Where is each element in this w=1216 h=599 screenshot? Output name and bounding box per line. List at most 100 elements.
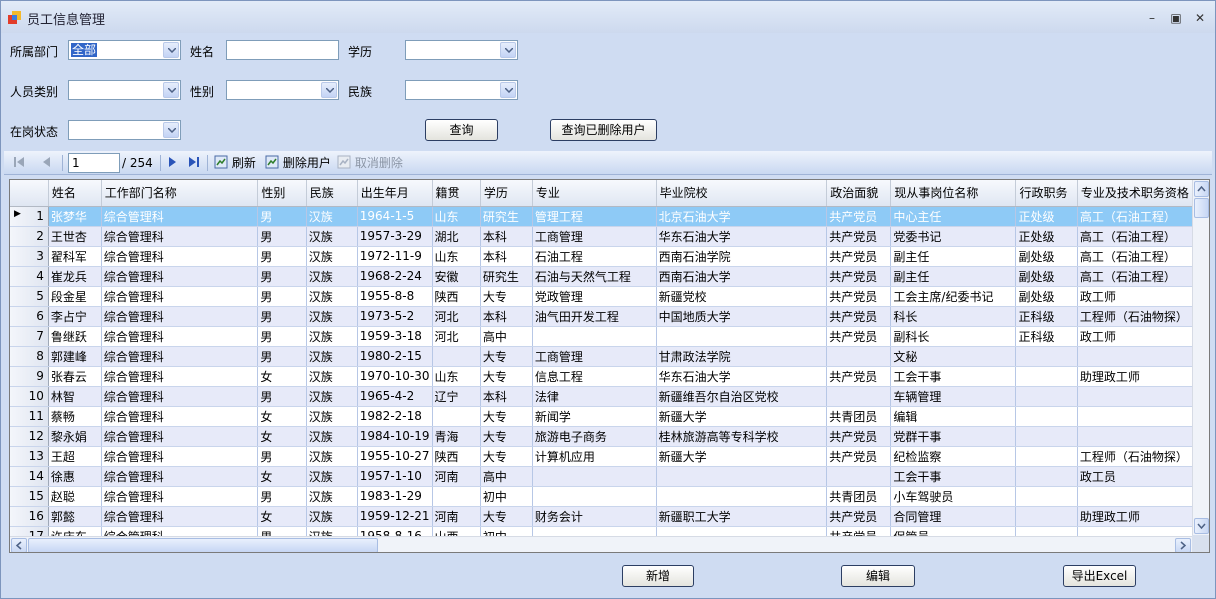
table-cell[interactable] [1077, 526, 1193, 536]
table-cell[interactable]: 计算机应用 [532, 446, 657, 467]
table-cell[interactable]: 男 [257, 446, 307, 467]
table-row[interactable]: 17 许庆东综合管理科男汉族1958-8-16山西初中 共产党员保管员 [10, 526, 1193, 536]
query-button[interactable]: 查询 [425, 119, 498, 141]
table-cell[interactable]: 徐惠 [48, 466, 102, 487]
row-header[interactable]: ▶ 1 [10, 206, 49, 227]
table-cell[interactable] [656, 466, 828, 487]
table-cell[interactable]: 1959-12-21 [357, 506, 433, 527]
table-cell[interactable]: 高工（石油工程） [1077, 206, 1193, 227]
table-cell[interactable] [1015, 386, 1078, 407]
table-cell[interactable]: 1957-3-29 [357, 226, 433, 247]
previous-record-icon[interactable] [40, 155, 54, 173]
table-cell[interactable]: 王世杏 [48, 226, 102, 247]
table-cell[interactable]: 大专 [480, 346, 533, 367]
table-cell[interactable]: 男 [257, 386, 307, 407]
table-cell[interactable]: 旅游电子商务 [532, 426, 657, 447]
table-cell[interactable] [826, 386, 892, 407]
table-cell[interactable]: 许庆东 [48, 526, 102, 536]
table-cell[interactable]: 翟科军 [48, 246, 102, 267]
table-cell[interactable] [1015, 346, 1078, 367]
table-cell[interactable]: 信息工程 [532, 366, 657, 387]
column-header[interactable]: 现从事岗位名称 [890, 180, 1017, 207]
row-header[interactable]: 11 [10, 406, 49, 427]
table-cell[interactable]: 纪检监察 [890, 446, 1017, 467]
table-cell[interactable]: 正科级 [1015, 326, 1078, 347]
table-cell[interactable]: 河北 [432, 326, 481, 347]
table-cell[interactable]: 1984-10-19 [357, 426, 433, 447]
column-header[interactable]: 性别 [257, 180, 307, 207]
chevron-down-icon[interactable] [500, 82, 516, 98]
table-cell[interactable] [1015, 366, 1078, 387]
table-cell[interactable]: 综合管理科 [101, 286, 259, 307]
table-cell[interactable]: 合同管理 [890, 506, 1017, 527]
row-header[interactable]: 5 [10, 286, 49, 307]
table-cell[interactable] [532, 526, 657, 536]
table-cell[interactable]: 山西 [432, 526, 481, 536]
table-cell[interactable]: 本科 [480, 386, 533, 407]
table-row[interactable]: 10 林智 综合管理科男汉族 1965-4-2 辽宁 本科 法律 新疆维吾尔自治区党校 车辆管理 [10, 386, 1193, 407]
table-row[interactable]: 12 黎永娟 综合管理科女汉族 1984-10-19 青海 大专 旅游电子商务 桂林旅游高等专… [10, 426, 1193, 447]
table-cell[interactable]: 山东 [432, 206, 481, 227]
column-header[interactable]: 籍贯 [432, 180, 481, 207]
close-icon[interactable]: ✕ [1192, 10, 1208, 26]
next-record-icon[interactable] [165, 155, 179, 173]
first-record-icon[interactable] [12, 155, 26, 173]
table-cell[interactable]: 科长 [890, 306, 1017, 327]
row-header[interactable]: 8 [10, 346, 49, 367]
table-cell[interactable]: 王超 [48, 446, 102, 467]
table-cell[interactable]: 党群干事 [890, 426, 1017, 447]
table-cell[interactable]: 西南石油学院 [656, 246, 828, 267]
table-cell[interactable] [432, 486, 481, 507]
ethnicity-select[interactable] [405, 80, 518, 100]
table-row[interactable]: 4 崔龙兵 综合管理科男汉族 1968-2-24 安徽 研究生 石油与天然气工程 西南石油大学… [10, 266, 1193, 287]
table-row[interactable]: 5 段金星 综合管理科男汉族 1955-8-8 陕西 大专 党政管理 新疆党校 共产党员 工会主席… [10, 286, 1193, 307]
table-cell[interactable]: 1980-2-15 [357, 346, 433, 367]
table-cell[interactable]: 党政管理 [532, 286, 657, 307]
table-cell[interactable]: 汉族 [306, 266, 358, 287]
table-cell[interactable]: 汉族 [306, 506, 358, 527]
table-cell[interactable]: 副主任 [890, 246, 1017, 267]
table-cell[interactable]: 工程师（石油物探） [1077, 306, 1193, 327]
table-cell[interactable]: 汉族 [306, 446, 358, 467]
table-cell[interactable]: 1959-3-18 [357, 326, 433, 347]
table-cell[interactable]: 蔡畅 [48, 406, 102, 427]
table-cell[interactable]: 正处级 [1015, 206, 1078, 227]
table-cell[interactable]: 综合管理科 [101, 226, 259, 247]
table-cell[interactable]: 助理政工师 [1077, 366, 1193, 387]
table-cell[interactable]: 政工员 [1077, 466, 1193, 487]
table-cell[interactable]: 综合管理科 [101, 466, 259, 487]
table-cell[interactable] [656, 326, 828, 347]
row-header[interactable]: 13 [10, 446, 49, 467]
row-header[interactable]: 17 [10, 526, 49, 536]
table-cell[interactable]: 1955-8-8 [357, 286, 433, 307]
last-record-icon[interactable] [187, 155, 201, 173]
table-cell[interactable]: 河南 [432, 466, 481, 487]
table-cell[interactable]: 高工（石油工程） [1077, 246, 1193, 267]
table-cell[interactable]: 综合管理科 [101, 406, 259, 427]
table-cell[interactable]: 山东 [432, 246, 481, 267]
table-cell[interactable]: 文秘 [890, 346, 1017, 367]
table-cell[interactable] [532, 326, 657, 347]
table-cell[interactable]: 综合管理科 [101, 266, 259, 287]
table-row[interactable]: 7 鲁继跃 综合管理科男汉族 1959-3-18 河北 高中 共产党员 副科长 正科级 政工师 [10, 326, 1193, 347]
table-row[interactable]: 13 王超 综合管理科男汉族 1955-10-27 陕西 大专 计算机应用 新疆大学 共产党员纪… [10, 446, 1193, 467]
table-cell[interactable]: 编辑 [890, 406, 1017, 427]
row-header[interactable]: 14 [10, 466, 49, 487]
row-header[interactable]: 6 [10, 306, 49, 327]
table-cell[interactable]: 湖北 [432, 226, 481, 247]
table-cell[interactable]: 综合管理科 [101, 486, 259, 507]
name-input[interactable] [226, 40, 339, 60]
employee-grid[interactable]: 姓名 工作部门名称 性别 民族 出生年月 籍贯 学历 专业 毕业院校 政治面貌 现从事岗位名称 行政职… [9, 179, 1210, 553]
table-cell[interactable]: 女 [257, 506, 307, 527]
table-cell[interactable]: 段金星 [48, 286, 102, 307]
table-cell[interactable]: 副主任 [890, 266, 1017, 287]
table-row[interactable]: 14 徐惠 综合管理科女汉族 1957-1-10 河南 高中 工会干事 政工员 [10, 466, 1193, 487]
column-header[interactable]: 学历 [480, 180, 533, 207]
table-cell[interactable]: 青海 [432, 426, 481, 447]
table-cell[interactable]: 汉族 [306, 226, 358, 247]
row-header[interactable]: 7 [10, 326, 49, 347]
add-button[interactable]: 新增 [622, 565, 694, 587]
table-cell[interactable]: 石油与天然气工程 [532, 266, 657, 287]
chevron-down-icon[interactable] [500, 42, 516, 58]
chevron-down-icon[interactable] [163, 122, 179, 138]
